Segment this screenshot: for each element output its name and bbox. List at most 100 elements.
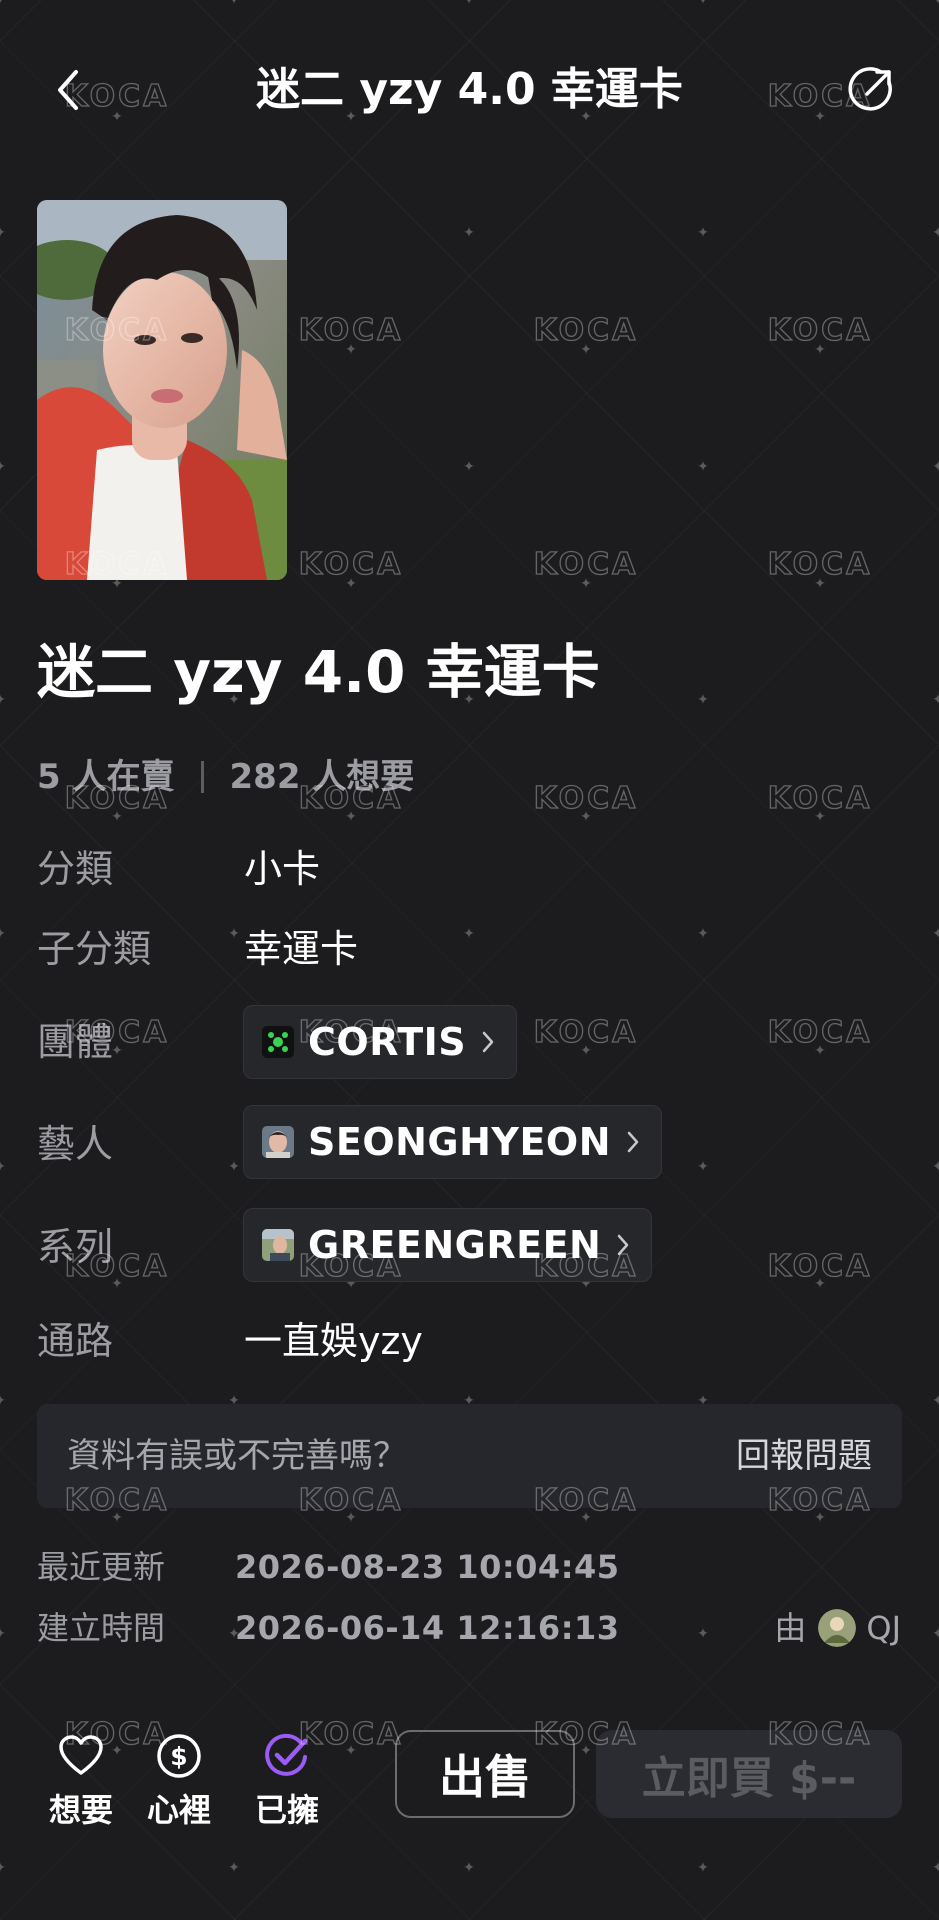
want-label: 想要 (48, 1791, 113, 1829)
sparkle-decoration: ✦ (111, 1510, 123, 1526)
stats-divider (200, 761, 204, 793)
series-label: 系列 (37, 1225, 114, 1269)
channel-value: 一直娛yzy (244, 1319, 423, 1363)
artist-label: 藝人 (37, 1122, 114, 1166)
share-button[interactable] (841, 60, 901, 120)
updated-value: 2026-08-23 10:04:45 (235, 1548, 620, 1586)
report-question: 資料有誤或不完善嗎？ (67, 1436, 407, 1476)
watermark: KOCA (533, 1014, 639, 1050)
sparkle-decoration: ✦ (580, 1043, 592, 1059)
category-label: 分類 (37, 847, 114, 891)
sparkle-decoration: ✦ (814, 809, 826, 825)
series-thumbnail (262, 1229, 294, 1261)
creator-prefix: 由 (774, 1609, 807, 1647)
artist-chip[interactable]: SEONGHYEON (243, 1105, 663, 1179)
sparkle-decoration: ✦ (463, 225, 475, 241)
sparkle-decoration: ✦ (228, 926, 240, 942)
watermark: KOCA (533, 312, 639, 348)
sparkle-decoration: ✦ (697, 1159, 709, 1175)
sparkle-decoration: ✦ (697, 1860, 709, 1876)
sell-button[interactable]: 出售 (395, 1730, 575, 1818)
sparkle-decoration: ✦ (345, 809, 357, 825)
owned-tab[interactable]: 已擁 (232, 1730, 342, 1832)
sparkle-decoration: ✦ (0, 693, 7, 707)
sparkle-decoration: ✦ (932, 1626, 939, 1642)
watermark: KOCA (298, 312, 404, 348)
watermark: KOCA (767, 546, 873, 582)
sparkle-decoration: ✦ (580, 1743, 592, 1759)
sparkle-decoration: ✦ (580, 576, 592, 592)
sparkle-decoration: ✦ (932, 459, 939, 475)
sparkle-decoration: ✦ (580, 809, 592, 825)
buy-now-button[interactable]: 立即買 $-- (596, 1730, 902, 1818)
created-label: 建立時間 (37, 1609, 166, 1647)
sparkle-decoration: ✦ (932, 0, 939, 8)
heart-icon (59, 1735, 103, 1775)
subcategory-label: 子分類 (37, 927, 152, 971)
report-box: 資料有誤或不完善嗎？ 回報問題 (37, 1404, 902, 1508)
sparkle-decoration: ✦ (463, 926, 475, 942)
artist-chip-label: SEONGHYEON (308, 1120, 612, 1164)
sparkle-decoration: ✦ (0, 1627, 7, 1641)
sparkle-decoration: ✦ (228, 1159, 240, 1175)
sparkle-decoration: ✦ (0, 1861, 7, 1875)
sparkle-decoration: ✦ (111, 809, 123, 825)
photocard-image[interactable] (37, 200, 287, 580)
sparkle-decoration: ✦ (463, 1860, 475, 1876)
creator-name: QJ (866, 1609, 901, 1647)
sparkle-decoration: ✦ (932, 225, 939, 241)
watermark: KOCA (767, 1014, 873, 1050)
channel-label: 通路 (37, 1319, 114, 1363)
sparkle-decoration: ✦ (814, 342, 826, 358)
watermark: KOCA (533, 546, 639, 582)
wanters-count: 282 人想要 (229, 757, 415, 797)
report-issue-link[interactable]: 回報問題 (736, 1428, 872, 1484)
sparkle-decoration: ✦ (814, 576, 826, 592)
back-button[interactable] (38, 60, 98, 120)
sparkle-decoration: ✦ (932, 1860, 939, 1876)
wishlist-tab[interactable]: $ 心裡 (124, 1730, 234, 1832)
series-chip-label: GREENGREEN (308, 1223, 602, 1267)
sparkle-decoration: ✦ (580, 342, 592, 358)
chevron-right-icon (625, 1129, 641, 1155)
sparkle-decoration: ✦ (932, 1159, 939, 1175)
creator-info[interactable]: 由 QJ (774, 1603, 901, 1653)
share-external-icon (848, 67, 892, 111)
header-title: 迷二 yzy 4.0 幸運卡 (256, 64, 683, 115)
sparkle-decoration: ✦ (228, 1860, 240, 1876)
sparkle-decoration: ✦ (932, 926, 939, 942)
group-label: 團體 (37, 1020, 114, 1064)
check-circle-icon (265, 1733, 308, 1776)
group-chip-label: CORTIS (308, 1020, 467, 1064)
sparkle-decoration: ✦ (0, 1394, 7, 1408)
sparkle-decoration: ✦ (814, 1510, 826, 1526)
sparkle-decoration: ✦ (697, 692, 709, 708)
sparkle-decoration: ✦ (111, 1276, 123, 1292)
sparkle-decoration: ✦ (0, 1160, 7, 1174)
created-value: 2026-06-14 12:16:13 (235, 1609, 620, 1647)
want-tab[interactable]: 想要 (26, 1730, 136, 1832)
series-chip[interactable]: GREENGREEN (243, 1208, 653, 1282)
creator-avatar (818, 1609, 857, 1647)
chevron-right-icon (615, 1232, 631, 1258)
sparkle-decoration: ✦ (932, 692, 939, 708)
svg-text:$: $ (170, 1742, 187, 1771)
card-stats: 5 人在賣 282 人想要 (37, 752, 414, 802)
watermark: KOCA (767, 1248, 873, 1284)
sparkle-decoration: ✦ (345, 1510, 357, 1526)
sparkle-decoration: ✦ (697, 1626, 709, 1642)
sparkle-decoration: ✦ (345, 342, 357, 358)
header: 迷二 yzy 4.0 幸運卡 (0, 40, 939, 140)
category-value: 小卡 (244, 847, 321, 891)
group-chip[interactable]: CORTIS (243, 1005, 518, 1079)
owned-label: 已擁 (254, 1791, 319, 1829)
artist-avatar (262, 1126, 294, 1158)
watermark: KOCA (767, 780, 873, 816)
sparkle-decoration: ✦ (814, 1043, 826, 1059)
sparkle-decoration: ✦ (697, 459, 709, 475)
sellers-count: 5 人在賣 (37, 757, 175, 797)
sparkle-decoration: ✦ (463, 0, 475, 8)
sparkle-decoration: ✦ (345, 1743, 357, 1759)
sparkle-decoration: ✦ (228, 0, 240, 8)
watermark: KOCA (533, 780, 639, 816)
